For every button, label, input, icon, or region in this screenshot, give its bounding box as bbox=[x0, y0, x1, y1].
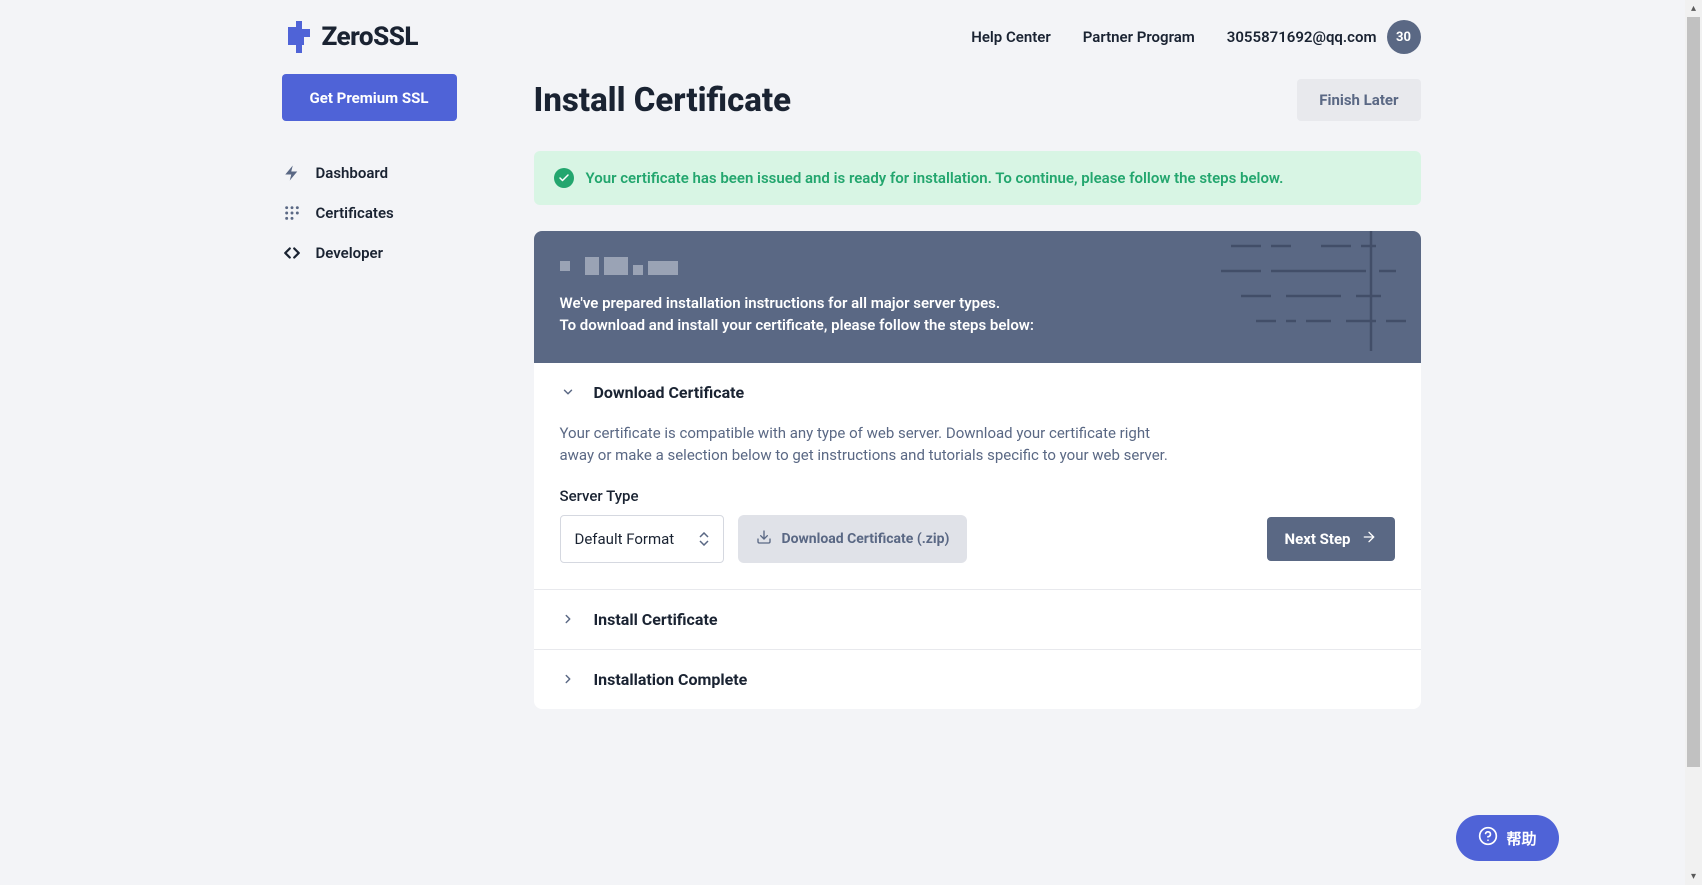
next-step-text: Next Step bbox=[1285, 530, 1351, 548]
scroll-up-icon[interactable]: ▴ bbox=[1685, 0, 1702, 17]
chevron-right-icon bbox=[560, 611, 576, 627]
accordion-header-install[interactable]: Install Certificate bbox=[534, 590, 1421, 649]
cert-header: We've prepared installation instructions… bbox=[534, 231, 1421, 363]
user-email: 3055871692@qq.com bbox=[1227, 28, 1377, 46]
finish-later-button[interactable]: Finish Later bbox=[1297, 79, 1420, 121]
arrow-right-icon bbox=[1361, 529, 1377, 549]
download-icon bbox=[756, 529, 772, 549]
partner-program-link[interactable]: Partner Program bbox=[1083, 28, 1195, 46]
accordion-install: Install Certificate bbox=[534, 590, 1421, 650]
scroll-down-icon[interactable]: ▾ bbox=[1685, 868, 1702, 885]
accordion-complete: Installation Complete bbox=[534, 650, 1421, 709]
help-widget-button[interactable]: 帮助 bbox=[1456, 815, 1558, 861]
accordion-title: Download Certificate bbox=[594, 383, 745, 402]
accordion-header-complete[interactable]: Installation Complete bbox=[534, 650, 1421, 709]
help-circle-icon bbox=[1478, 826, 1498, 850]
server-select-value: Default Format bbox=[575, 530, 675, 548]
sidebar: Get Premium SSL Dashboard bbox=[282, 74, 457, 709]
get-premium-button[interactable]: Get Premium SSL bbox=[282, 74, 457, 121]
server-type-label: Server Type bbox=[560, 487, 1395, 505]
download-zip-button[interactable]: Download Certificate (.zip) bbox=[738, 515, 968, 563]
sidebar-label: Developer bbox=[316, 244, 384, 262]
help-widget-label: 帮助 bbox=[1506, 828, 1536, 849]
help-center-link[interactable]: Help Center bbox=[971, 28, 1051, 46]
accordion-description: Your certificate is compatible with any … bbox=[560, 422, 1395, 467]
header-nav: Help Center Partner Program 3055871692@q… bbox=[971, 20, 1420, 54]
chevron-down-icon bbox=[560, 384, 576, 400]
grid-icon bbox=[282, 203, 302, 223]
download-zip-text: Download Certificate (.zip) bbox=[782, 531, 950, 547]
sidebar-item-dashboard[interactable]: Dashboard bbox=[282, 153, 457, 193]
logo-icon bbox=[282, 21, 314, 53]
success-text: Your certificate has been issued and is … bbox=[586, 169, 1284, 187]
header: ZeroSSL Help Center Partner Program 3055… bbox=[282, 0, 1421, 74]
success-banner: Your certificate has been issued and is … bbox=[534, 151, 1421, 205]
accordion-download: Download Certificate Your certificate is… bbox=[534, 363, 1421, 590]
code-icon bbox=[282, 243, 302, 263]
decorative-lines bbox=[1221, 231, 1421, 363]
scrollbar-track[interactable]: ▴ ▾ bbox=[1685, 0, 1702, 885]
server-type-select[interactable]: Default Format bbox=[560, 515, 724, 563]
scroll-thumb[interactable] bbox=[1687, 17, 1700, 767]
logo-text: ZeroSSL bbox=[322, 22, 418, 52]
user-menu[interactable]: 3055871692@qq.com 30 bbox=[1227, 20, 1421, 54]
logo[interactable]: ZeroSSL bbox=[282, 21, 418, 53]
next-step-button[interactable]: Next Step bbox=[1267, 517, 1395, 561]
check-circle-icon bbox=[554, 168, 574, 188]
select-arrows-icon bbox=[699, 532, 709, 546]
accordion-title: Installation Complete bbox=[594, 670, 748, 689]
page-title: Install Certificate bbox=[534, 81, 792, 120]
accordion-title: Install Certificate bbox=[594, 610, 718, 629]
main-content: Install Certificate Finish Later Your ce… bbox=[534, 74, 1421, 709]
sidebar-label: Dashboard bbox=[316, 164, 389, 182]
user-badge: 30 bbox=[1387, 20, 1421, 54]
sidebar-item-certificates[interactable]: Certificates bbox=[282, 193, 457, 233]
sidebar-item-developer[interactable]: Developer bbox=[282, 233, 457, 273]
accordion-header-download[interactable]: Download Certificate bbox=[534, 363, 1421, 422]
bolt-icon bbox=[282, 163, 302, 183]
sidebar-label: Certificates bbox=[316, 204, 394, 222]
chevron-right-icon bbox=[560, 671, 576, 687]
certificate-card: We've prepared installation instructions… bbox=[534, 231, 1421, 709]
